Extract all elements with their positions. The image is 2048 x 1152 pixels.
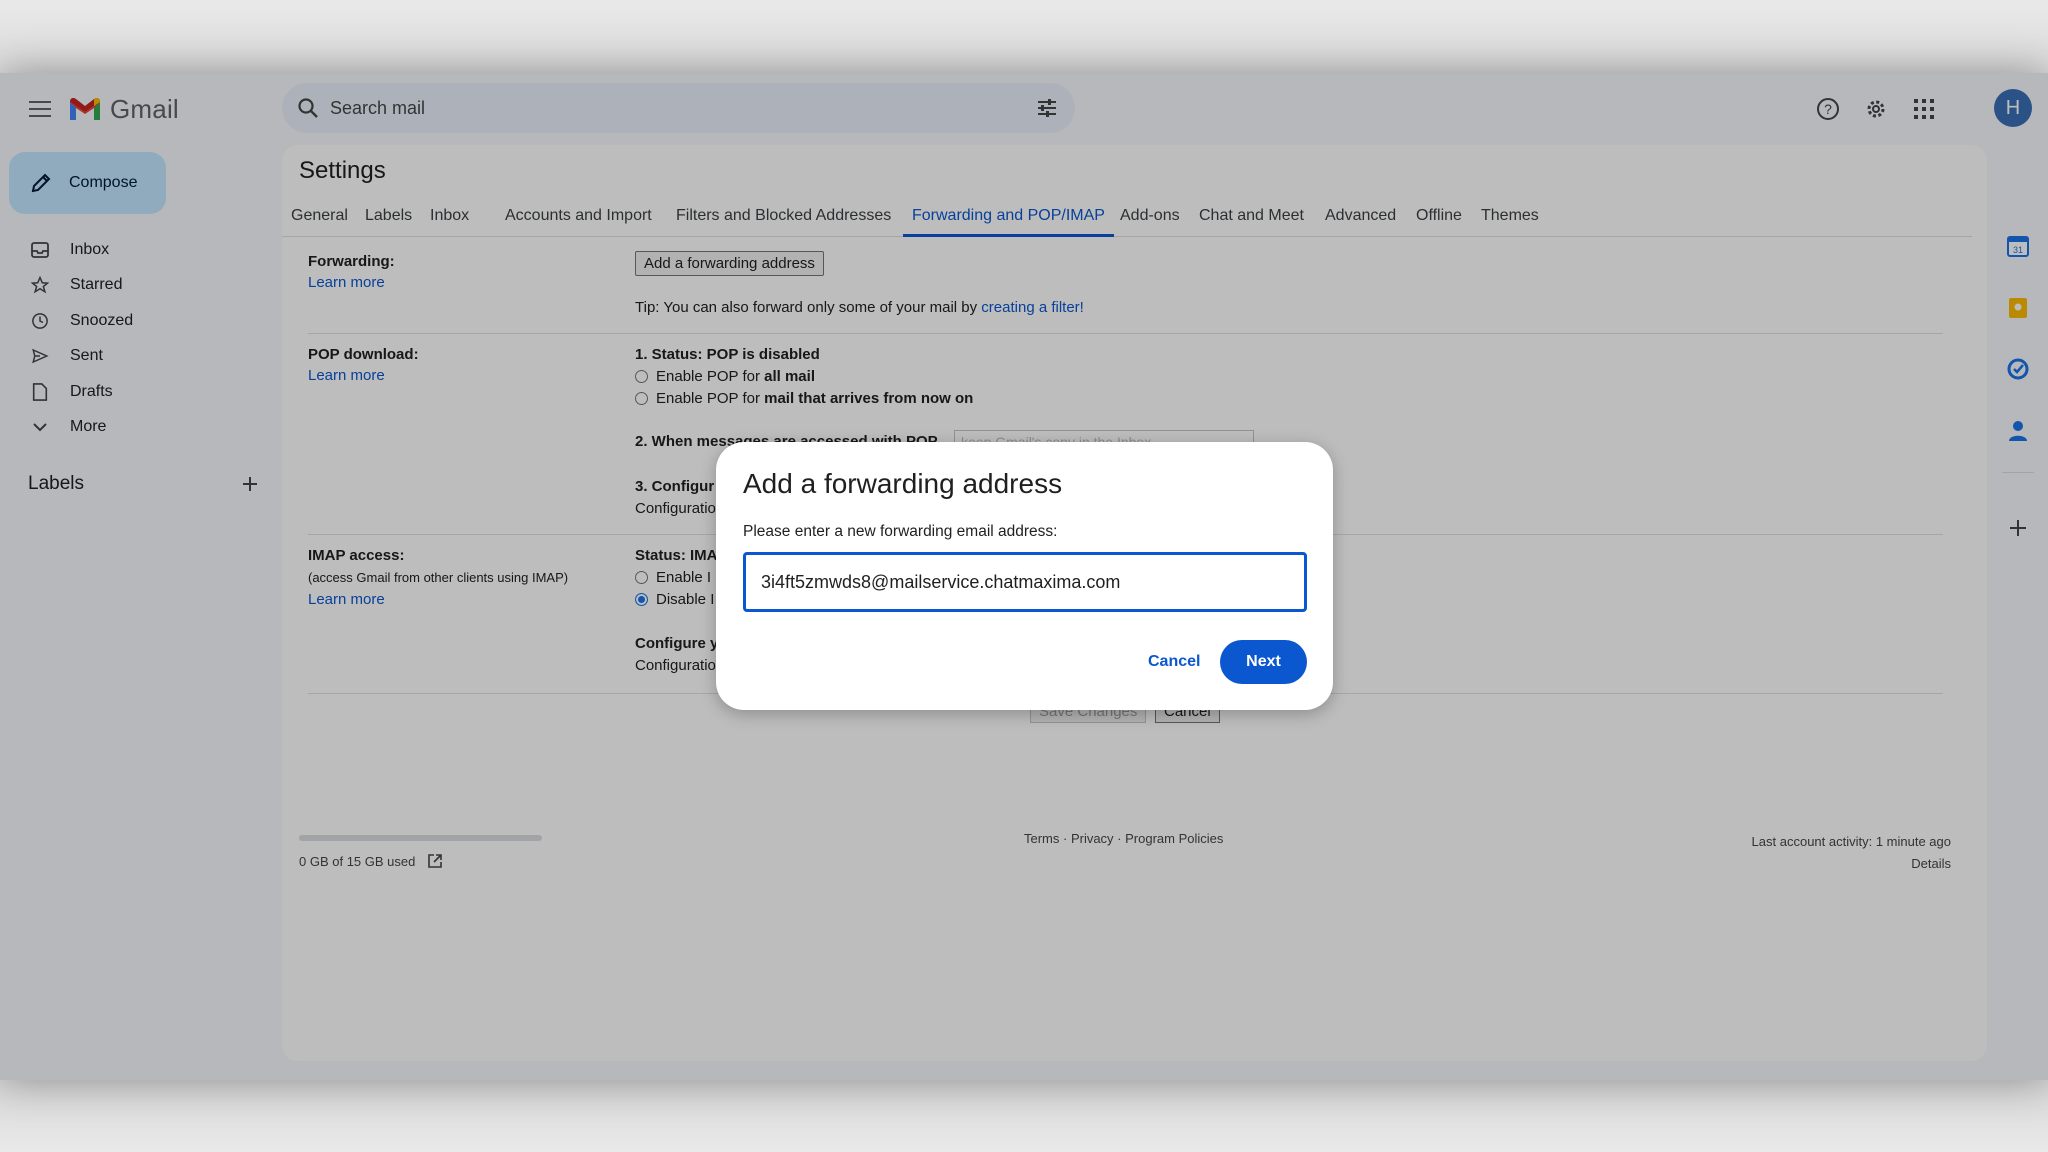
dialog-prompt: Please enter a new forwarding email addr… bbox=[743, 523, 1058, 540]
dialog-title: Add a forwarding address bbox=[743, 468, 1063, 499]
dialog-cancel-button[interactable]: Cancel bbox=[1136, 640, 1212, 684]
forwarding-email-input[interactable] bbox=[743, 552, 1307, 612]
dialog-next-button[interactable]: Next bbox=[1220, 640, 1307, 684]
add-forwarding-address-dialog: Add a forwarding address Please enter a … bbox=[716, 442, 1333, 710]
